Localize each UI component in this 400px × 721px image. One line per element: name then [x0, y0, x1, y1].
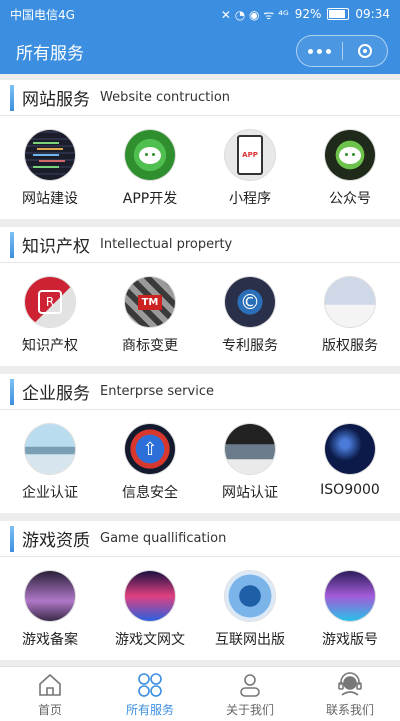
status-right: ✕ ◔ ◉ ᯤ ⁴ᴳ 92% 09:34: [221, 6, 390, 23]
section-title: 企业服务: [22, 384, 90, 404]
wechat-official-icon: [325, 130, 375, 180]
clock: 09:34: [355, 7, 390, 21]
tab-contact-us[interactable]: 联系我们: [300, 667, 400, 721]
section-accent-bar: [10, 84, 14, 111]
target-circle-icon: [357, 44, 372, 58]
service-label: 信息安全: [122, 485, 178, 501]
section-subtitle: Website contruction: [100, 90, 231, 105]
trademark-icon: TM: [125, 277, 175, 327]
service-mini-program[interactable]: APP 小程序: [200, 116, 300, 208]
section-accent-bar: [10, 525, 14, 552]
section-header: 知识产权 Intellectual property: [0, 227, 400, 263]
globe-hand-icon: [225, 571, 275, 621]
more-button[interactable]: [297, 36, 342, 66]
service-label: 游戏文网文: [115, 632, 185, 648]
service-label: APP开发: [122, 191, 178, 207]
service-label: 企业认证: [22, 485, 78, 501]
section-subtitle: Game quallification: [100, 531, 227, 546]
copyright-icon: ©: [225, 277, 275, 327]
service-app-dev[interactable]: APP开发: [100, 116, 200, 208]
service-game-license[interactable]: 游戏版号: [300, 557, 400, 649]
service-label: ISO9000: [320, 482, 380, 498]
service-label: 游戏备案: [22, 632, 78, 648]
status-icons: ✕ ◔ ◉ ᯤ ⁴ᴳ: [220, 7, 289, 22]
section-header: 企业服务 Enterprse service: [0, 374, 400, 410]
service-label: 互联网出版: [215, 632, 285, 648]
section-header: 游戏资质 Game quallification: [0, 521, 400, 557]
service-ip[interactable]: R 知识产权: [0, 263, 100, 355]
section-accent-bar: [10, 378, 14, 405]
headset-icon: [338, 671, 362, 696]
battery-icon: [327, 8, 350, 20]
section-subtitle: Intellectual property: [100, 237, 233, 252]
tab-label: 首页: [37, 702, 62, 717]
service-label: 知识产权: [22, 338, 78, 354]
status-bar: 中国电信4G ✕ ◔ ◉ ᯤ ⁴ᴳ 92% 09:34: [0, 0, 400, 28]
section-enterprise: 企业服务 Enterprse service 企业认证 ⇧ 信息安全 网站认证 …: [0, 374, 400, 513]
section-title: 网站服务: [22, 90, 90, 110]
grid-circles-icon: [138, 672, 162, 697]
service-label: 专利服务: [222, 338, 278, 354]
close-miniprogram-button[interactable]: [343, 36, 388, 66]
service-grid: 游戏备案 游戏文网文 互联网出版 游戏版号: [0, 557, 400, 660]
ip-key-icon: R: [25, 277, 75, 327]
service-game-filing[interactable]: 游戏备案: [0, 557, 100, 649]
game-character-icon: [25, 571, 75, 621]
service-label: 网站认证: [222, 485, 278, 501]
carrier-label: 中国电信4G: [10, 7, 75, 22]
battery-percent: 92%: [294, 7, 322, 21]
section-header: 网站服务 Website contruction: [0, 80, 400, 116]
service-website-build[interactable]: 网站建设: [0, 116, 100, 208]
bottom-tab-bar: 首页 所有服务 关于我们 联系我们: [0, 666, 400, 721]
service-label: 公众号: [329, 191, 371, 207]
service-label: 游戏版号: [322, 632, 378, 648]
code-screen-icon: [25, 130, 75, 180]
service-game-culture-license[interactable]: 游戏文网文: [100, 557, 200, 649]
network-globe-icon: [325, 424, 375, 474]
section-title: 知识产权: [22, 237, 90, 257]
section-website: 网站服务 Website contruction 网站建设 APP开发 APP …: [0, 80, 400, 219]
section-game: 游戏资质 Game quallification 游戏备案 游戏文网文 互联网出…: [0, 521, 400, 660]
service-label: 小程序: [229, 191, 271, 207]
shield-laptop-icon: [225, 424, 275, 474]
service-official-account[interactable]: 公众号: [300, 116, 400, 208]
section-ip: 知识产权 Intellectual property R 知识产权 TM 商标变…: [0, 227, 400, 366]
service-iso9000[interactable]: ISO9000: [300, 410, 400, 498]
cloud-upload-icon: ⇧: [125, 424, 175, 474]
tab-home[interactable]: 首页: [0, 667, 100, 721]
service-internet-publishing[interactable]: 互联网出版: [200, 557, 300, 649]
more-dots-icon: [307, 48, 331, 54]
service-info-security[interactable]: ⇧ 信息安全: [100, 410, 200, 502]
service-trademark[interactable]: TM 商标变更: [100, 263, 200, 355]
miniprogram-capsule: [296, 35, 388, 67]
service-grid: R 知识产权 TM 商标变更 © 专利服务 版权服务: [0, 263, 400, 366]
service-label: 版权服务: [322, 338, 378, 354]
section-accent-bar: [10, 231, 14, 258]
service-patent[interactable]: © 专利服务: [200, 263, 300, 355]
book-icon: [325, 277, 375, 327]
tab-all-services[interactable]: 所有服务: [100, 667, 200, 721]
game-arcade-icon: [325, 571, 375, 621]
game-neon-icon: [125, 571, 175, 621]
wechat-app-icon: [125, 130, 175, 180]
section-title: 游戏资质: [22, 531, 90, 551]
home-icon: [39, 673, 61, 696]
service-label: 商标变更: [122, 338, 178, 354]
section-subtitle: Enterprse service: [100, 384, 214, 399]
phone-app-icon: APP: [225, 130, 275, 180]
services-list: 网站服务 Website contruction 网站建设 APP开发 APP …: [0, 80, 400, 668]
service-grid: 网站建设 APP开发 APP 小程序 公众号: [0, 116, 400, 219]
service-website-cert[interactable]: 网站认证: [200, 410, 300, 502]
service-copyright[interactable]: 版权服务: [300, 263, 400, 355]
page-title: 所有服务: [16, 43, 84, 64]
service-grid: 企业认证 ⇧ 信息安全 网站认证 ISO9000: [0, 410, 400, 513]
service-enterprise-cert[interactable]: 企业认证: [0, 410, 100, 502]
tab-label: 联系我们: [325, 702, 374, 717]
tab-about-us[interactable]: 关于我们: [200, 667, 300, 721]
user-icon: [240, 673, 260, 697]
city-icon: [25, 424, 75, 474]
service-label: 网站建设: [22, 191, 78, 207]
tab-label: 所有服务: [125, 702, 174, 717]
tab-label: 关于我们: [225, 702, 274, 717]
